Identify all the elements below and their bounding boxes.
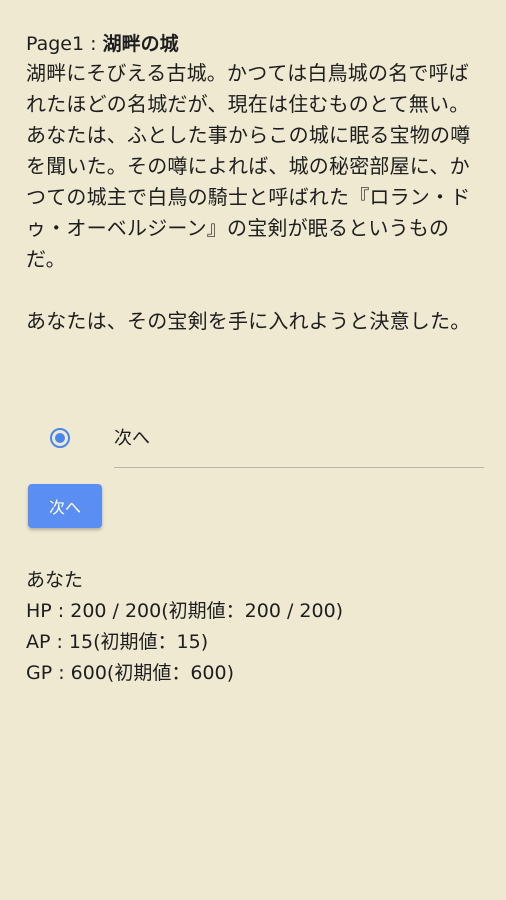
radio-selected-icon[interactable]: [50, 428, 70, 448]
story-paragraph: 湖畔にそびえる古城。かつては白鳥城の名で呼ばれたほどの名城だが、現在は住むものと…: [26, 61, 470, 116]
choice-option-label: 次へ: [114, 428, 150, 449]
choice-divider: [114, 467, 484, 468]
status-hp: HP : 200 / 200(初期値：200 / 200): [26, 600, 344, 622]
page-title: 湖畔の城: [102, 33, 179, 55]
status-ap: AP : 15(初期値：15): [26, 631, 209, 653]
page-number-label: Page1 :: [26, 33, 103, 55]
page-header: Page1 : 湖畔の城: [26, 30, 488, 58]
story-paragraph: あなたは、その宝剣を手に入れようと決意した。: [26, 309, 471, 333]
story-paragraph: あなたは、ふとした事からこの城に眠る宝物の噂を聞いた。その噂によれば、城の秘密部…: [26, 123, 471, 271]
choice-option-next[interactable]: 次へ: [48, 422, 488, 468]
next-button[interactable]: 次へ: [28, 484, 102, 528]
story-text: 湖畔にそびえる古城。かつては白鳥城の名で呼ばれたほどの名城だが、現在は住むものと…: [26, 58, 488, 337]
player-status: あなた HP : 200 / 200(初期値：200 / 200) AP : 1…: [26, 565, 343, 689]
story-container: Page1 : 湖畔の城 湖畔にそびえる古城。かつては白鳥城の名で呼ばれたほどの…: [26, 30, 488, 337]
status-heading: あなた: [26, 569, 84, 591]
status-gp: GP : 600(初期値：600): [26, 662, 235, 684]
